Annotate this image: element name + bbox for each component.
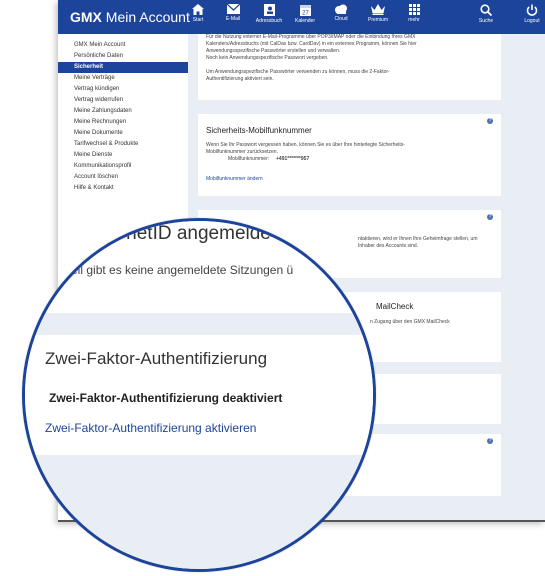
app-passwords-text-5: Um Anwendungsspezifische Passwörter verw…	[206, 69, 390, 75]
nav-premium[interactable]: Premium	[360, 4, 396, 23]
sidebar-item-kommunikationsprofil[interactable]: Kommunikationsprofil	[58, 161, 188, 172]
mobile-number-value: +491*******957	[276, 156, 310, 162]
secret-question-text-1: ntaktieren, wird er Ihnen Ihre Geheimfra…	[358, 236, 478, 242]
sidebar-item-account-loeschen[interactable]: Account löschen	[58, 172, 188, 183]
app-passwords-text-6: Authentifizierung aktiviert sein.	[206, 76, 274, 82]
nav-label: Cloud	[334, 16, 348, 22]
nav-email[interactable]: E-Mail	[215, 4, 251, 22]
crown-icon	[371, 4, 385, 15]
sidebar-item-hilfe-kontakt[interactable]: Hilfe & Kontakt	[58, 183, 188, 194]
nav-label: Kalender	[294, 18, 315, 24]
sidebar-item-persoenliche-daten[interactable]: Persönliche Daten	[58, 51, 188, 62]
mailcheck-title: MailCheck	[376, 302, 414, 311]
nav-adressbuch[interactable]: Adressbuch	[251, 4, 287, 24]
help-icon[interactable]: ?	[487, 118, 493, 124]
nav-label: Logout	[524, 18, 540, 24]
two-factor-card: Zwei-Faktor-Authentifizierung Zwei-Fakto…	[25, 335, 373, 455]
netid-title: t mit netID angemelde	[85, 223, 271, 244]
cloud-icon	[335, 4, 347, 14]
grid-icon	[408, 4, 420, 15]
netid-section: t mit netID angemelde ktuell gibt es kei…	[25, 221, 373, 313]
help-icon[interactable]: ?	[487, 438, 493, 444]
app-passwords-text-1: Für die Nutzung externer E-Mail-Programm…	[206, 34, 416, 40]
security-mobile-text-1: Wenn Sie Ihr Passwort vergessen haben, k…	[206, 142, 405, 148]
sidebar-item-dienste[interactable]: Meine Dienste	[58, 150, 188, 161]
nav-label: Suche	[478, 18, 494, 24]
app-passwords-card: Für die Nutzung externer E-Mail-Programm…	[198, 34, 501, 100]
calendar-icon: 27	[299, 5, 311, 17]
magnifier-lens: t mit netID angemelde ktuell gibt es kei…	[22, 218, 376, 572]
logo-brand: GMX	[70, 9, 102, 25]
sidebar-item-dokumente[interactable]: Meine Dokumente	[58, 128, 188, 139]
security-mobile-title: Sicherheits-Mobilfunknummer	[206, 126, 312, 135]
two-factor-activate-link[interactable]: Zwei-Faktor-Authentifizierung aktivieren	[45, 421, 256, 435]
top-navigation-bar: GMX Mein Account Start E-Mail Adressbuch…	[58, 0, 545, 34]
help-icon[interactable]: ?	[487, 214, 493, 220]
nav-start[interactable]: Start	[180, 4, 216, 23]
sidebar-item-vertraege[interactable]: Meine Verträge	[58, 73, 188, 84]
security-mobile-card: ? Sicherheits-Mobilfunknummer Wenn Sie I…	[198, 114, 501, 196]
svg-text:27: 27	[302, 11, 309, 17]
sidebar-item-vertrag-widerrufen[interactable]: Vertrag widerrufen	[58, 95, 188, 106]
nav-kalender[interactable]: 27 Kalender	[287, 4, 323, 24]
nav-logout[interactable]: Logout	[514, 4, 545, 24]
netid-sessions-text: ktuell gibt es keine angemeldete Sitzung…	[55, 263, 294, 277]
security-mobile-text-2: Mobilfunknummer zurücksetzen.	[206, 149, 278, 155]
nav-label: E-Mail	[225, 16, 241, 22]
two-factor-title: Zwei-Faktor-Authentifizierung	[45, 349, 268, 368]
nav-label: Premium	[367, 17, 388, 23]
app-passwords-text-2: Kalenders/Adressbuchs (mit CalDav bzw. C…	[206, 41, 417, 47]
gmx-logo[interactable]: GMX Mein Account	[70, 9, 190, 25]
sidebar-item-sicherheit[interactable]: Sicherheit	[58, 62, 188, 73]
nav-label: Start	[192, 17, 204, 23]
home-icon	[192, 4, 204, 15]
nav-cloud[interactable]: Cloud	[323, 4, 359, 22]
section-divider	[25, 313, 373, 335]
mailcheck-text: n Zugang über den GMX MailCheck	[370, 319, 450, 325]
nav-suche[interactable]: Suche	[468, 4, 504, 24]
nav-label: mehr	[408, 17, 420, 23]
nav-mehr[interactable]: mehr	[396, 4, 432, 23]
sidebar-item-tarifwechsel[interactable]: Tarifwechsel & Produkte	[58, 139, 188, 150]
sidebar-item-mein-account[interactable]: GMX Mein Account	[58, 40, 188, 51]
change-mobile-link[interactable]: Mobilfunknummer ändern	[206, 176, 263, 182]
two-factor-status: Zwei-Faktor-Authentifizierung deaktivier…	[49, 391, 283, 405]
address-book-icon	[263, 4, 275, 16]
sidebar-item-zahlungsdaten[interactable]: Meine Zahlungsdaten	[58, 106, 188, 117]
logo-title: Mein Account	[105, 9, 190, 25]
sidebar-item-vertrag-kuendigen[interactable]: Vertrag kündigen	[58, 84, 188, 95]
search-icon	[480, 4, 492, 16]
sidebar-item-rechnungen[interactable]: Meine Rechnungen	[58, 117, 188, 128]
power-icon	[526, 4, 538, 16]
lens-lower-area	[25, 455, 373, 569]
app-passwords-text-3: Anwendungsspezifische Passwörter erstell…	[206, 48, 341, 54]
nav-label: Adressbuch	[255, 18, 283, 24]
mobile-number-label: Mobilfunknummer:	[228, 156, 270, 162]
app-passwords-text-4: Noch kein Anwendungsspezifische Passwort…	[206, 55, 329, 61]
mail-icon	[226, 4, 240, 14]
